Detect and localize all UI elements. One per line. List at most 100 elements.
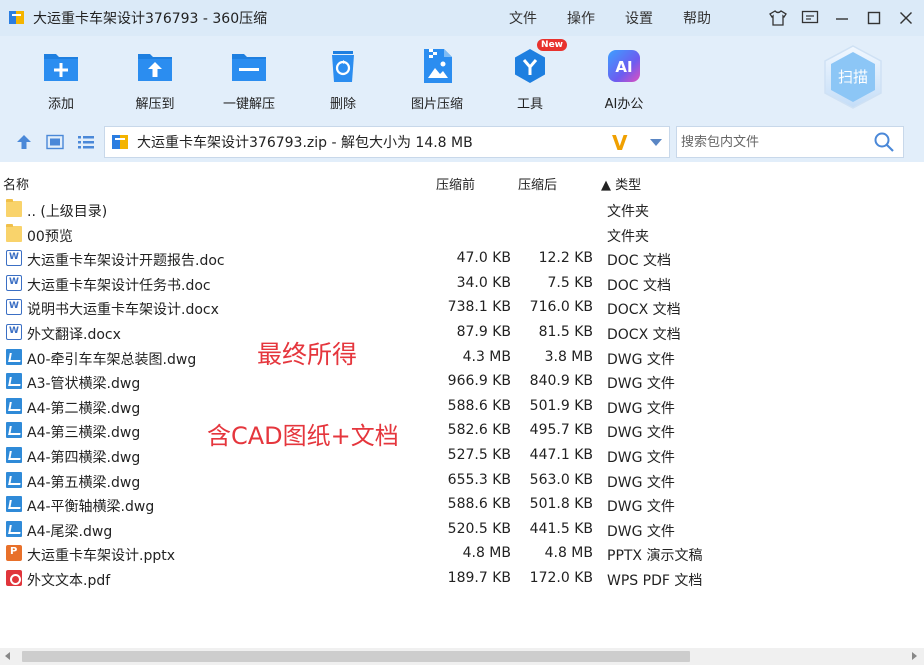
- scroll-right-icon[interactable]: [912, 652, 917, 660]
- table-row[interactable]: 说明书大运重卡车架设计.docx 738.1 KB 716.0 KB DOCX 文档: [0, 295, 924, 320]
- delete-button[interactable]: 删除: [303, 46, 383, 112]
- archive-path: 大运重卡车架设计376793.zip - 解包大小为 14.8 MB: [137, 135, 473, 151]
- menu-file[interactable]: 文件: [509, 8, 537, 28]
- table-row[interactable]: 外文翻译.docx 87.9 KB 81.5 KB DOCX 文档: [0, 320, 924, 345]
- scrollbar-thumb[interactable]: [22, 651, 690, 662]
- col-type[interactable]: ▲ 类型: [601, 174, 641, 193]
- file-name: 大运重卡车架设计开题报告.doc: [27, 253, 225, 270]
- file-unpacked-size: 81.5 KB: [538, 323, 593, 340]
- file-type: 文件夹: [607, 228, 649, 245]
- menu-settings[interactable]: 设置: [625, 8, 653, 28]
- file-name: 大运重卡车架设计.pptx: [27, 548, 175, 565]
- extract-to-label: 解压到: [135, 97, 175, 112]
- file-packed-size: 738.1 KB: [447, 299, 511, 316]
- skin-button[interactable]: [766, 6, 790, 30]
- file-unpacked-size: 447.1 KB: [529, 446, 593, 463]
- maximize-button[interactable]: [862, 6, 886, 30]
- file-packed-size: 655.3 KB: [447, 471, 511, 488]
- annotation-contents: 含CAD图纸+文档: [207, 422, 399, 450]
- col-name[interactable]: 名称: [3, 174, 29, 193]
- file-type: PPTX 演示文稿: [607, 548, 703, 565]
- file-name: A4-尾梁.dwg: [27, 523, 113, 540]
- table-row[interactable]: .. (上级目录) 文件夹: [0, 197, 924, 222]
- horizontal-scrollbar[interactable]: [0, 648, 924, 665]
- file-unpacked-size: 172.0 KB: [529, 569, 593, 586]
- minimize-button[interactable]: [830, 6, 854, 30]
- file-type: 文件夹: [607, 204, 649, 220]
- thumbnail-view-icon: [46, 134, 64, 150]
- search-input[interactable]: [681, 128, 873, 156]
- up-button[interactable]: [16, 134, 32, 154]
- tools-button[interactable]: New 工具: [490, 39, 570, 112]
- table-row[interactable]: A4-尾梁.dwg 520.5 KB 441.5 KB DWG 文件: [0, 517, 924, 542]
- list-view-button[interactable]: [77, 134, 95, 154]
- file-name: A4-第五横梁.dwg: [27, 474, 141, 491]
- dwg-file-icon: [6, 496, 22, 513]
- file-name: A3-管状横梁.dwg: [27, 376, 141, 393]
- app-logo-icon: [9, 10, 25, 26]
- table-row[interactable]: 00预览 文件夹: [0, 222, 924, 247]
- table-row[interactable]: A4-第三横梁.dwg 582.6 KB 495.7 KB DWG 文件: [0, 418, 924, 443]
- table-row[interactable]: 外文文本.pdf 189.7 KB 172.0 KB WPS PDF 文档: [0, 566, 924, 591]
- table-row[interactable]: 大运重卡车架设计.pptx 4.8 MB 4.8 MB PPTX 演示文稿: [0, 541, 924, 566]
- file-name: A4-第二横梁.dwg: [27, 400, 141, 417]
- file-type: DWG 文件: [607, 474, 675, 491]
- image-compress-label: 图片压缩: [410, 97, 463, 112]
- file-name: 说明书大运重卡车架设计.docx: [27, 302, 219, 319]
- scan-button[interactable]: 扫描: [822, 44, 884, 110]
- table-row[interactable]: A3-管状横梁.dwg 966.9 KB 840.9 KB DWG 文件: [0, 369, 924, 394]
- image-compress-button[interactable]: 图片压缩: [397, 46, 477, 112]
- table-row[interactable]: 大运重卡车架设计任务书.doc 34.0 KB 7.5 KB DOC 文档: [0, 271, 924, 296]
- table-row[interactable]: 大运重卡车架设计开题报告.doc 47.0 KB 12.2 KB DOC 文档: [0, 246, 924, 271]
- word-doc-icon: [6, 274, 22, 291]
- file-type: DOC 文档: [607, 277, 672, 294]
- file-packed-size: 588.6 KB: [447, 397, 511, 414]
- file-type: DWG 文件: [607, 449, 675, 466]
- file-type: DWG 文件: [607, 376, 675, 393]
- path-box[interactable]: 大运重卡车架设计376793.zip - 解包大小为 14.8 MB V: [104, 126, 670, 158]
- one-click-extract-icon: [229, 46, 269, 86]
- image-compress-icon: [417, 46, 457, 86]
- file-type: WPS PDF 文档: [607, 572, 703, 589]
- menu-operation[interactable]: 操作: [567, 8, 595, 28]
- file-name: A4-第四横梁.dwg: [27, 449, 141, 466]
- extract-to-button[interactable]: 解压到: [115, 46, 195, 112]
- word-doc-icon: [6, 250, 22, 267]
- file-unpacked-size: 4.8 MB: [544, 545, 593, 562]
- dwg-file-icon: [6, 520, 22, 537]
- v-badge-icon[interactable]: V: [612, 131, 627, 155]
- feedback-button[interactable]: [798, 6, 822, 30]
- search-icon[interactable]: [873, 131, 895, 153]
- message-icon: [801, 10, 819, 24]
- file-name: A0-牵引车车架总装图.dwg: [27, 351, 197, 368]
- ai-office-button[interactable]: AI AI办公: [584, 46, 664, 112]
- table-row[interactable]: A0-牵引车车架总装图.dwg 4.3 MB 3.8 MB DWG 文件: [0, 345, 924, 370]
- file-type: DOC 文档: [607, 253, 672, 270]
- tools-label: 工具: [516, 97, 543, 112]
- one-click-extract-label: 一键解压: [222, 97, 275, 112]
- one-click-extract-button[interactable]: 一键解压: [209, 46, 289, 112]
- table-row[interactable]: A4-第二横梁.dwg 588.6 KB 501.9 KB DWG 文件: [0, 394, 924, 419]
- scan-label: 扫描: [838, 68, 868, 86]
- file-unpacked-size: 3.8 MB: [544, 348, 593, 365]
- add-button[interactable]: 添加: [21, 46, 101, 112]
- dwg-file-icon: [6, 348, 22, 365]
- col-unpacked[interactable]: 压缩后: [518, 174, 557, 193]
- dwg-file-icon: [6, 373, 22, 390]
- delete-label: 删除: [329, 97, 356, 112]
- file-name: 外文文本.pdf: [27, 572, 111, 589]
- menu-help[interactable]: 帮助: [683, 8, 711, 28]
- table-row[interactable]: A4-平衡轴横梁.dwg 588.6 KB 501.8 KB DWG 文件: [0, 492, 924, 517]
- window-controls: [758, 0, 918, 36]
- table-row[interactable]: A4-第四横梁.dwg 527.5 KB 447.1 KB DWG 文件: [0, 443, 924, 468]
- chevron-down-icon[interactable]: [650, 139, 662, 146]
- dwg-file-icon: [6, 422, 22, 439]
- file-type: DWG 文件: [607, 499, 675, 516]
- table-row[interactable]: A4-第五横梁.dwg 655.3 KB 563.0 KB DWG 文件: [0, 468, 924, 493]
- file-name: 大运重卡车架设计任务书.doc: [27, 277, 211, 294]
- col-packed[interactable]: 压缩前: [436, 174, 475, 193]
- thumbnail-view-button[interactable]: [46, 134, 64, 154]
- scroll-left-icon[interactable]: [5, 652, 10, 660]
- main-toolbar: 添加 解压到 一键解压 删除 图片压缩 New 工具 AI AI办公 扫描: [0, 36, 924, 122]
- close-button[interactable]: [894, 6, 918, 30]
